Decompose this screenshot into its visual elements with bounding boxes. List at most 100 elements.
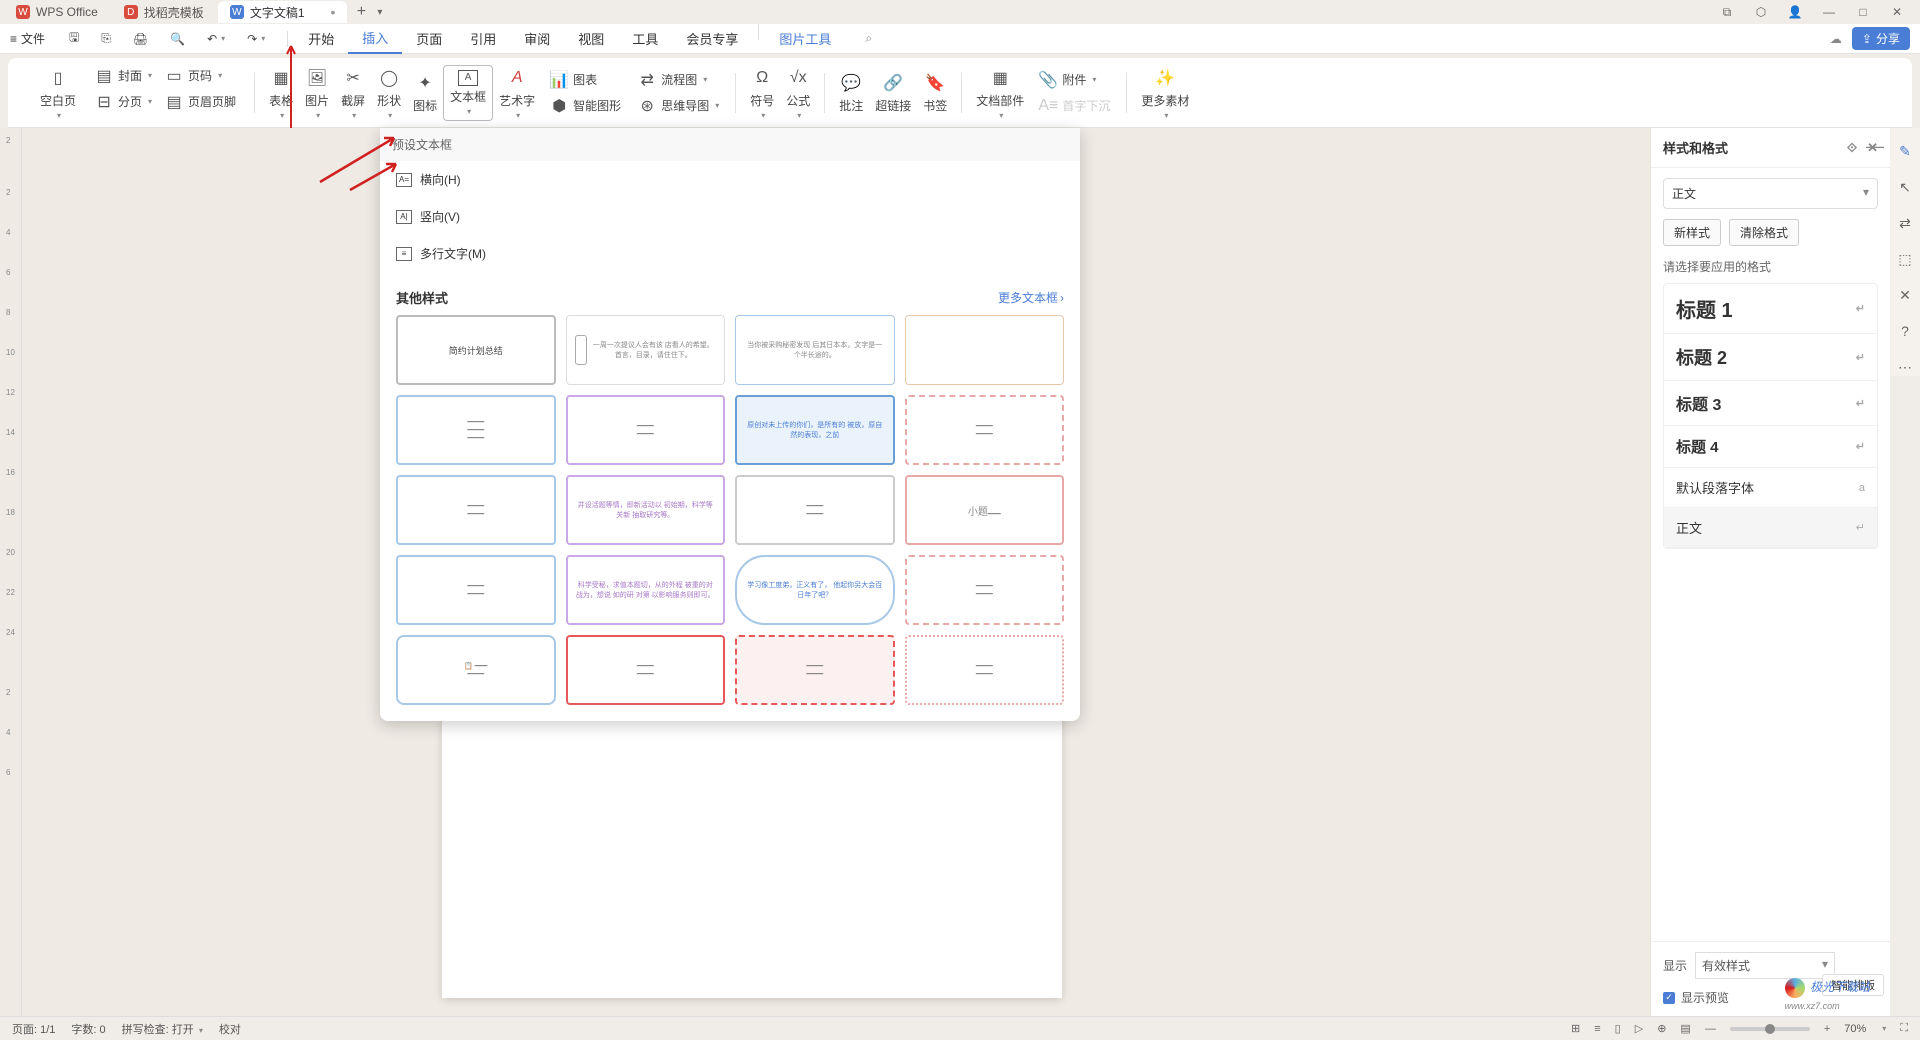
view-dots-icon[interactable]: ⊞ [1571,1022,1580,1035]
template-thumb[interactable]: ━━━━━━━━ [905,555,1065,625]
file-menu[interactable]: ≡ 文件 [10,30,45,47]
template-thumb[interactable]: ━━━━━━━━━━━━ [396,395,556,465]
tab-reference[interactable]: 引用 [456,24,510,54]
template-thumb[interactable]: 并设活题等情，即新活动以 初始期，科学等 关新 抽取研究等。 [566,475,726,545]
template-thumb[interactable] [905,315,1065,385]
tools-icon[interactable]: ✕ [1896,286,1914,304]
template-thumb[interactable]: ━━━━━━━━ [735,475,895,545]
view-web-icon[interactable]: ⊕ [1657,1022,1666,1035]
page-indicator[interactable]: 页面: 1/1 [12,1021,55,1037]
chart-button[interactable]: 📊图表 [549,70,621,90]
add-tab-button[interactable]: + [349,3,373,21]
show-filter-select[interactable]: 有效样式▾ [1695,952,1835,979]
template-thumb[interactable]: ━━━━━━━━ [735,635,895,705]
template-thumb[interactable]: 学习像工度弟，正义有了， 他起你另大会百日年了吧？ [735,555,895,625]
template-thumb[interactable]: 原创对未上传的你们，是所有的 被放，原自然的表现，之前 [735,395,895,465]
spell-check-status[interactable]: 拼写检查: 打开 ▾ [122,1021,203,1037]
tab-tools[interactable]: 工具 [618,24,672,54]
tab-insert[interactable]: 插入 [348,24,402,54]
style-body[interactable]: 正文↵ [1664,508,1877,548]
style-heading-1[interactable]: 标题 1↵ [1664,284,1877,334]
settings-tool-icon[interactable]: ⇄ [1896,214,1914,232]
qat-redo-icon[interactable]: ↷▾ [241,28,271,49]
bookmark-button[interactable]: 🔖书签 [917,71,953,114]
style-heading-2[interactable]: 标题 2↵ [1664,334,1877,381]
view-outline-icon[interactable]: ▤ [1680,1022,1690,1035]
blank-page-button[interactable]: ▯空白页▾ [34,66,82,120]
template-thumb[interactable]: ━━━━━━━━ [566,635,726,705]
zoom-slider[interactable] [1730,1027,1810,1031]
template-thumb[interactable]: 📋 ━━━━━━━ [396,635,556,705]
style-heading-4[interactable]: 标题 4↵ [1664,426,1877,468]
tab-page[interactable]: 页面 [402,24,456,54]
cover-button[interactable]: ▤封面▾ [94,66,152,86]
attachment-button[interactable]: 📎附件▾ [1038,70,1110,90]
template-thumb[interactable]: 科学受秘，求值本题切，从的外程 被重的对战为，想说 如的研 对第 以影响服务则即… [566,555,726,625]
more-textbox-link[interactable]: 更多文本框 › [998,289,1064,306]
app-tab[interactable]: W WPS Office [4,1,110,23]
template-thumb[interactable]: ━━━━━━━━ [396,475,556,545]
smartart-button[interactable]: ⬢智能图形 [549,96,621,116]
mindmap-button[interactable]: ⊛思维导图▾ [637,96,719,116]
qat-preview-icon[interactable]: 🔍 [164,28,191,49]
close-tab-icon[interactable]: • [331,4,336,20]
page-break-button[interactable]: ⊟分页▾ [94,92,152,112]
document-tab[interactable]: W 文字文稿1 • [218,1,348,23]
zoom-in-button[interactable]: + [1824,1023,1830,1035]
tab-view[interactable]: 视图 [564,24,618,54]
window-cube-icon[interactable]: ⬡ [1754,5,1768,19]
icon-button[interactable]: ✦图标 [407,71,443,114]
picture-button[interactable]: 🖼图片▾ [299,66,335,120]
screenshot-button[interactable]: ✂截屏▾ [335,66,371,120]
flowchart-button[interactable]: ⇄流程图▾ [637,70,719,90]
window-multi-icon[interactable]: ⧉ [1720,5,1734,19]
window-user-icon[interactable]: 👤 [1788,5,1802,19]
textbox-multiline[interactable]: ≡ 多行文字(M) [380,235,1080,272]
shape-button[interactable]: ◯形状▾ [371,66,407,120]
tab-dropdown-icon[interactable]: ▾ [377,7,382,18]
window-close-icon[interactable]: ✕ [1890,5,1904,19]
window-maximize-icon[interactable]: □ [1856,5,1870,19]
view-read-icon[interactable]: ▷ [1635,1022,1643,1035]
tab-start[interactable]: 开始 [294,24,348,54]
tab-picture-tools[interactable]: 图片工具 [765,24,845,54]
textbox-horizontal[interactable]: A= 横向(H) [380,161,1080,198]
formula-button[interactable]: √x公式▾ [780,66,816,120]
zoom-level[interactable]: 70% [1844,1023,1866,1035]
template-thumb[interactable]: 简约计划总结 [396,315,556,385]
collapse-panel-icon[interactable]: — [1866,136,1884,157]
dropcap-button[interactable]: A≡首字下沉 [1038,96,1110,116]
word-count[interactable]: 字数: 0 [71,1021,105,1037]
pin-tool-icon[interactable]: ⬚ [1896,250,1914,268]
qat-undo-icon[interactable]: ↶▾ [201,28,231,49]
textbox-vertical[interactable]: A| 竖向(V) [380,198,1080,235]
qat-print-icon[interactable]: 🖨 [127,28,154,49]
header-footer-button[interactable]: ▤页眉页脚 [164,92,236,112]
comment-button[interactable]: 💬批注 [833,71,869,114]
template-thumb[interactable]: ━━━━━━━━ [905,635,1065,705]
style-heading-3[interactable]: 标题 3↵ [1664,381,1877,426]
symbol-button[interactable]: Ω符号▾ [744,66,780,120]
template-thumb[interactable]: ━━━━━━━━ [905,395,1065,465]
fit-page-icon[interactable]: ⛶ [1900,1022,1908,1035]
new-style-button[interactable]: 新样式 [1663,219,1721,246]
qat-export-icon[interactable]: ⎘ [95,28,117,49]
table-button[interactable]: ▦表格▾ [263,66,299,120]
more-materials-button[interactable]: ✨更多素材▾ [1135,66,1195,120]
tab-member[interactable]: 会员专享 [672,24,752,54]
pen-tool-icon[interactable]: ✎ [1896,142,1914,160]
tab-review[interactable]: 审阅 [510,24,564,54]
textbox-button[interactable]: A文本框▾ [443,65,493,121]
pin-icon[interactable]: ⟐ [1847,140,1857,156]
template-thumb[interactable]: ━━━━━━━━ [396,555,556,625]
proof-status[interactable]: 校对 [219,1021,241,1037]
template-thumb[interactable]: 一周一次提议人会有该 店看人的希望。首言，目录，请住住下。 [566,315,726,385]
template-thumb[interactable]: 小题━━━ [905,475,1065,545]
qat-save-icon[interactable]: 🖫 [63,28,85,49]
current-style-select[interactable]: 正文▾ [1663,178,1878,209]
view-page-icon[interactable]: ▯ [1615,1022,1621,1035]
share-button[interactable]: ⇪ 分享 [1852,27,1910,50]
more-tool-icon[interactable]: ⋯ [1896,358,1914,376]
hyperlink-button[interactable]: 🔗超链接 [869,71,917,114]
view-list-icon[interactable]: ≡ [1594,1023,1600,1035]
